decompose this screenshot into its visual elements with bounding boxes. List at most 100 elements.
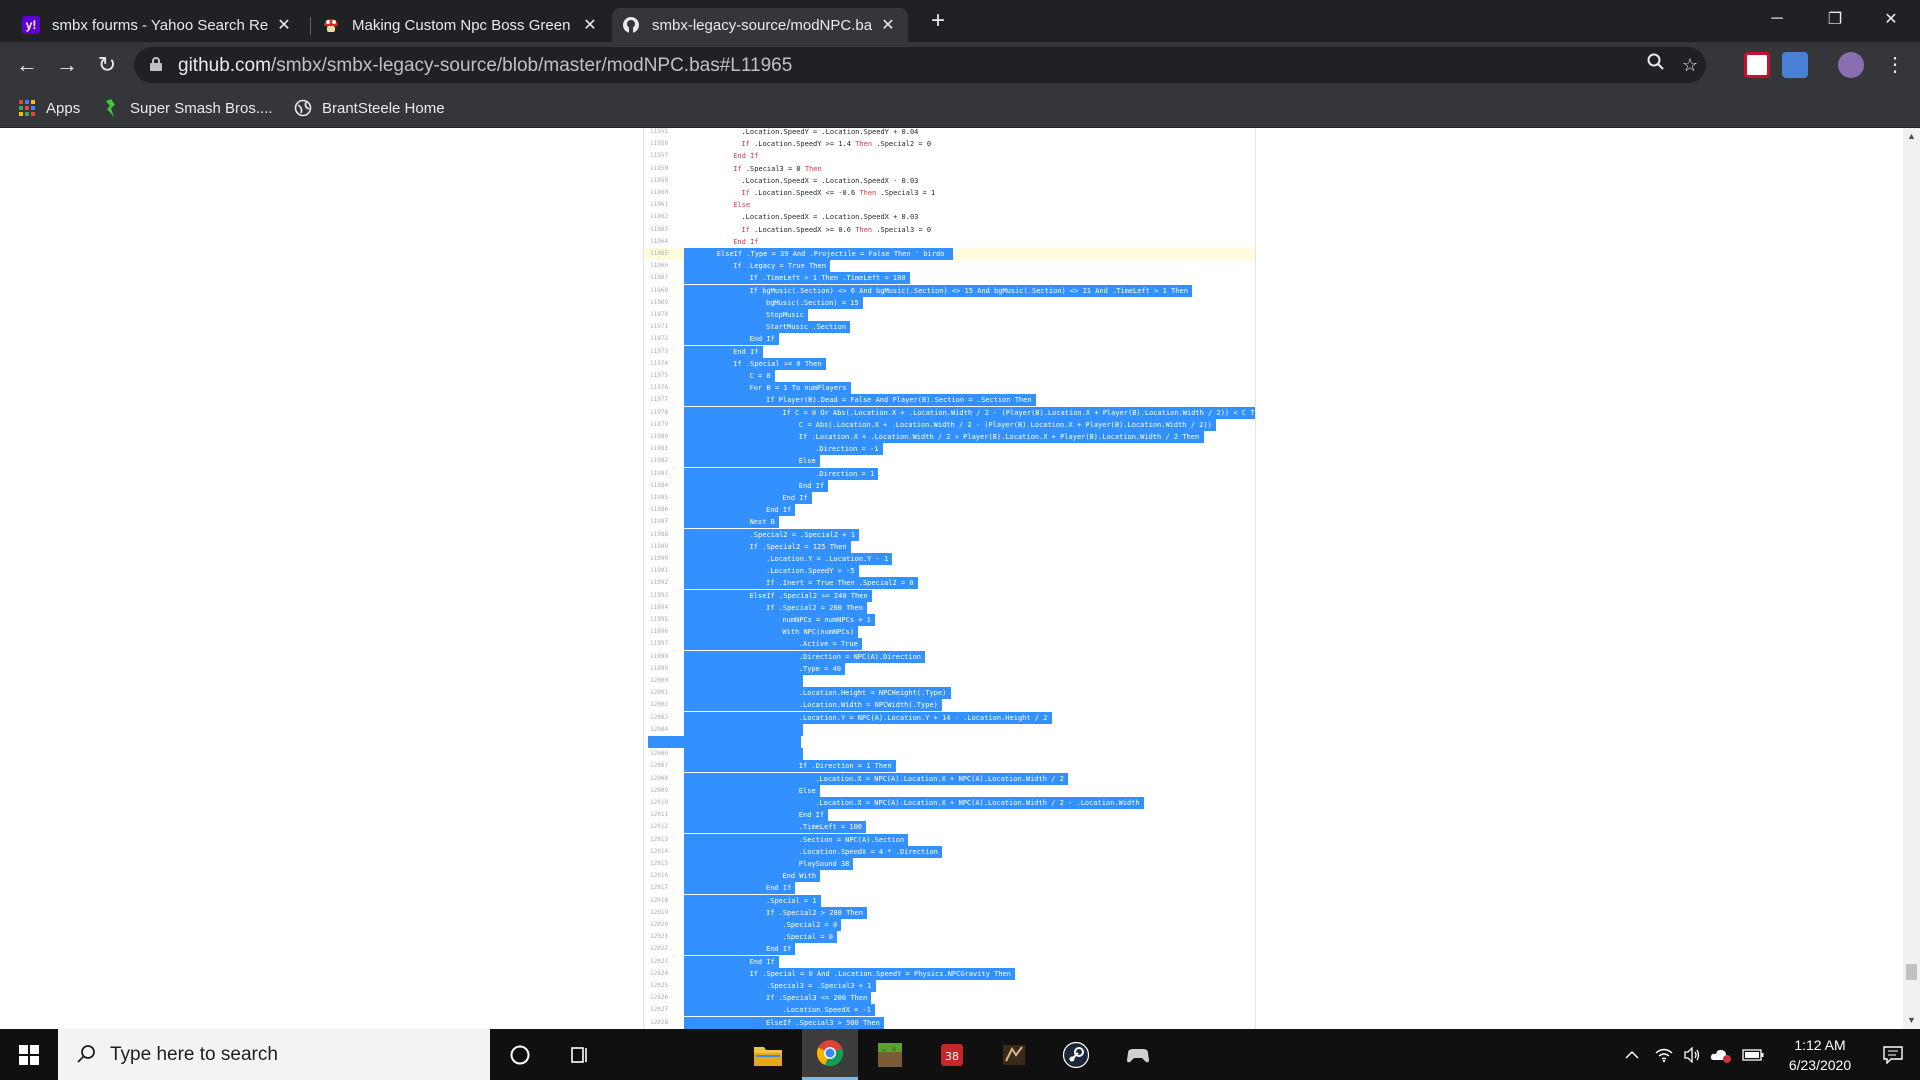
scroll-up-arrow[interactable]: ▲ [1903, 128, 1920, 145]
code-line[interactable]: 12003 .Location.Y = NPC(A).Location.Y + 1… [644, 711, 1255, 724]
line-number[interactable]: 12025 [650, 980, 678, 992]
code-text[interactable]: .Location.X = NPC(A).Location.X + NPC(A)… [815, 797, 1140, 809]
code-line[interactable]: 11998 .Direction = NPC(A).Direction [644, 650, 1255, 663]
line-number[interactable]: 11980 [650, 431, 678, 443]
code-text[interactable]: For B = 1 To numPlayers [750, 382, 847, 394]
new-tab-button[interactable]: + [924, 8, 952, 36]
code-text[interactable]: .Direction = NPC(A).Direction [799, 651, 921, 663]
minecraft-icon[interactable] [862, 1029, 918, 1080]
code-text[interactable]: ElseIf .Special2 >= 240 Then [750, 590, 868, 602]
code-line[interactable]: 12026 If .Special3 <= 200 Then [644, 992, 1255, 1005]
code-line[interactable]: 11974 If .Special >= 0 Then [644, 357, 1255, 370]
code-line[interactable]: 11964 End If [644, 236, 1255, 248]
code-text[interactable]: .Section = NPC(A).Section [799, 834, 904, 846]
code-line[interactable]: 12020 .Special2 = 0 [644, 919, 1255, 931]
taskbar-search-box[interactable]: Type here to search [58, 1029, 490, 1080]
line-number[interactable]: 11990 [650, 553, 678, 565]
line-number[interactable]: 11983 [650, 468, 678, 480]
code-line[interactable]: 12014 .Location.SpeedX = 4 * .Direction [644, 845, 1255, 858]
code-text[interactable]: .Location.SpeedX = .Location.SpeedX + 0.… [741, 211, 918, 223]
reload-button[interactable]: ↻ [92, 50, 122, 80]
code-line[interactable]: 11973 End If [644, 345, 1255, 358]
line-number[interactable]: 11962 [650, 211, 678, 223]
url-text[interactable]: github.com/smbx/smbx-legacy-source/blob/… [178, 55, 792, 77]
line-number[interactable]: 12014 [650, 846, 678, 858]
code-line[interactable]: 11992 If .Inert = True Then .Special2 = 0 [644, 577, 1255, 590]
line-number[interactable]: 11977 [650, 394, 678, 406]
show-hidden-icons-chevron-icon[interactable] [1620, 1029, 1644, 1080]
line-number[interactable]: 11981 [650, 443, 678, 455]
line-number[interactable]: 11974 [650, 358, 678, 370]
code-line[interactable]: 12000 [644, 675, 1255, 687]
code-text[interactable]: If Player(B).Dead = False And Player(B).… [766, 394, 1032, 406]
code-line[interactable]: 12001 .Location.Height = NPCHeight(.Type) [644, 687, 1255, 700]
line-number[interactable]: 11956 [650, 138, 678, 150]
line-number[interactable]: 11984 [650, 480, 678, 492]
code-text[interactable]: With NPC(numNPCs) [782, 626, 854, 638]
zoom-search-icon[interactable] [1644, 53, 1668, 77]
line-number[interactable]: 12026 [650, 992, 678, 1004]
close-tab-icon[interactable]: ✕ [580, 15, 600, 35]
close-tab-icon[interactable]: ✕ [274, 15, 294, 35]
code-text[interactable]: .Location.Height = NPCHeight(.Type) [799, 687, 947, 699]
line-number[interactable]: 11991 [650, 565, 678, 577]
line-number[interactable]: 12002 [650, 699, 678, 711]
code-line[interactable]: 11966 If .Legacy = True Then [644, 260, 1255, 273]
code-line[interactable]: 11971 StartMusic .Section [644, 321, 1255, 334]
back-button[interactable]: ← [12, 50, 42, 80]
code-text[interactable]: .Special = 0 [782, 931, 833, 943]
code-text[interactable]: ElseIf .Type = 39 And .Projectile = Fals… [717, 248, 945, 260]
line-number[interactable]: 11968 [650, 285, 678, 297]
line-number[interactable]: 11971 [650, 321, 678, 333]
line-number[interactable]: 12012 [650, 821, 678, 833]
code-text[interactable]: .Special = 1 [766, 895, 817, 907]
clock[interactable]: 1:12 AM 6/23/2020 [1772, 1029, 1868, 1080]
code-text[interactable]: If .Direction = 1 Then [799, 760, 892, 772]
line-number[interactable]: 12004 [650, 724, 678, 736]
code-line[interactable]: 11978 If C = 0 Or Abs(.Location.X + .Loca… [644, 406, 1255, 419]
code-text[interactable]: End If [799, 480, 824, 492]
line-number[interactable]: 11979 [650, 419, 678, 431]
code-line[interactable]: 11959 .Location.SpeedX = .Location.SpeedX… [644, 175, 1255, 187]
code-line[interactable]: 12023 End If [644, 955, 1255, 968]
line-number[interactable]: 11994 [650, 602, 678, 614]
line-number[interactable]: 11988 [650, 529, 678, 541]
address-bar[interactable]: github.com/smbx/smbx-legacy-source/blob/… [134, 47, 1706, 83]
line-number[interactable]: 11958 [650, 163, 678, 175]
code-text[interactable]: numNPCs = numNPCs + 1 [782, 614, 871, 626]
line-number[interactable]: 12028 [650, 1017, 678, 1029]
code-text[interactable]: End If [782, 492, 807, 504]
line-number[interactable]: 11973 [650, 346, 678, 358]
line-number[interactable]: 12006 [650, 748, 678, 760]
smbx-icon[interactable]: 38 [924, 1029, 980, 1080]
code-text[interactable]: If .Inert = True Then .Special2 = 0 [766, 577, 914, 589]
code-line[interactable]: 12002 .Location.Width = NPCWidth(.Type) [644, 699, 1255, 712]
line-number[interactable]: 11969 [650, 297, 678, 309]
line-number[interactable]: 11972 [650, 333, 678, 345]
code-text[interactable]: .Location.SpeedX = 4 * .Direction [799, 846, 938, 858]
code-line[interactable]: 12019 If .Special2 > 280 Then [644, 906, 1255, 919]
code-text[interactable]: If bgMusic(.Section) <> 6 And bgMusic(.S… [750, 285, 1188, 297]
code-line[interactable]: 11982 Else [644, 455, 1255, 468]
line-number[interactable]: 11978 [650, 407, 678, 419]
code-text[interactable]: .Location.SpeedY = .Location.SpeedY + 0.… [741, 128, 918, 138]
code-line[interactable]: 11970 StopMusic [644, 309, 1255, 321]
code-line[interactable]: 12016 End With [644, 870, 1255, 883]
code-text[interactable]: .Location.SpeedX = .Location.SpeedX - 0.… [741, 175, 918, 187]
line-number[interactable]: 12000 [650, 675, 678, 687]
code-text[interactable]: .Location.X = NPC(A).Location.X + NPC(A)… [815, 773, 1064, 785]
code-line[interactable]: 12008 .Location.X = NPC(A).Location.X + N… [644, 772, 1255, 785]
line-number[interactable]: 11955 [650, 128, 678, 138]
code-line[interactable]: 12024 If .Special = 0 And .Location.Speed… [644, 967, 1255, 980]
line-number[interactable]: 12027 [650, 1004, 678, 1016]
code-text[interactable]: End If [799, 809, 824, 821]
code-text[interactable]: If .Location.SpeedY >= 1.4 Then .Special… [741, 138, 931, 150]
volume-icon[interactable] [1680, 1029, 1704, 1080]
code-text[interactable]: Next B [750, 516, 775, 528]
bookmark-brantsteele-home[interactable]: BrantSteele Home [294, 96, 445, 120]
line-number[interactable]: 12019 [650, 907, 678, 919]
code-line[interactable]: 11995 numNPCs = numNPCs + 1 [644, 614, 1255, 626]
code-text[interactable]: If .Special2 > 280 Then [766, 907, 863, 919]
line-number[interactable]: 12015 [650, 858, 678, 870]
code-line[interactable]: 11976 For B = 1 To numPlayers [644, 382, 1255, 395]
